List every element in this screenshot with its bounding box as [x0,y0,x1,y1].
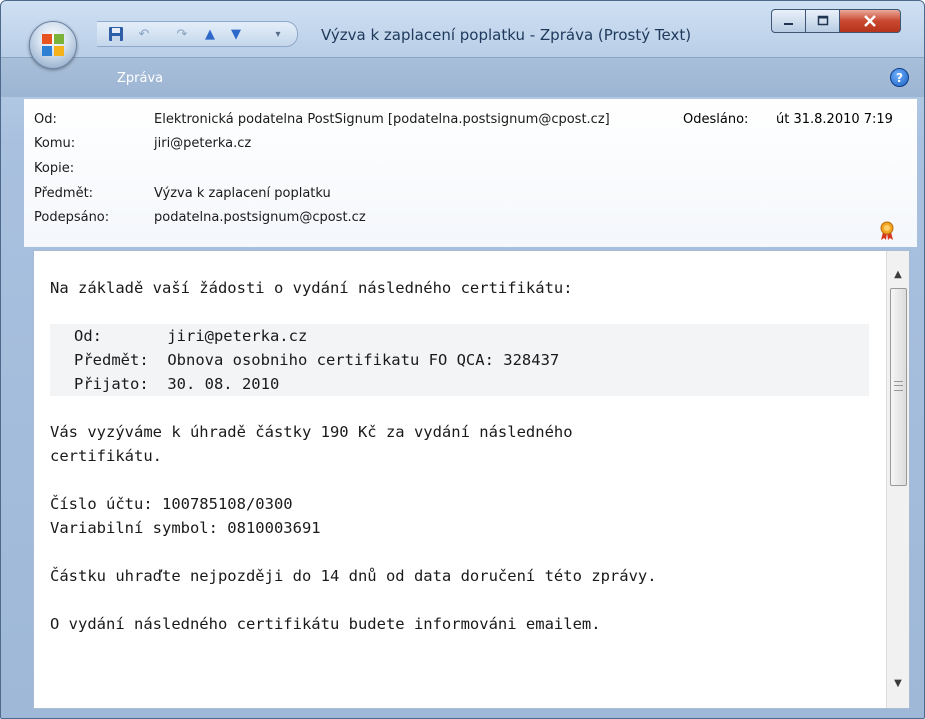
close-icon [864,15,876,27]
signature-certificate-icon[interactable] [879,221,895,241]
signed-value: podatelna.postsignum@cpost.cz [154,210,366,225]
previous-item-icon[interactable]: ▲ [201,25,219,43]
scroll-grip-icon [894,381,903,391]
variable-symbol: Variabilní symbol: 0810003691 [50,519,321,537]
to-label: Komu: [34,136,76,151]
deadline-line: Částku uhraďte nejpozději do 14 dnů od d… [50,567,657,585]
undo-icon[interactable]: ↶ [135,25,153,43]
to-row: Komu: jiri@peterka.cz [34,136,251,151]
signed-label: Podepsáno: [34,210,110,225]
account-number: Číslo účtu: 100785108/0300 [50,495,293,513]
intro-line: Na základě vaší žádosti o vydání následn… [50,279,573,297]
message-header: Od: Elektronická podatelna PostSignum [p… [24,99,917,247]
from-value[interactable]: Elektronická podatelna PostSignum [podat… [154,112,610,127]
from-row: Od: Elektronická podatelna PostSignum [p… [34,112,610,127]
help-icon[interactable]: ? [890,68,909,87]
save-icon[interactable] [107,25,125,43]
close-button[interactable] [839,9,901,33]
from-label: Od: [34,112,57,127]
quote-received: Přijato: 30. 08. 2010 [74,375,280,393]
quick-access-toolbar: ↶ ↷ ▲ ▼ ▾ [97,21,298,47]
maximize-button[interactable] [805,9,840,33]
cc-row: Kopie: [34,161,74,176]
next-item-icon[interactable]: ▼ [227,25,245,43]
sent-value: út 31.8.2010 7:19 [776,112,893,127]
quote-subject: Předmět: Obnova osobniho certifikatu FO … [74,351,560,369]
minimize-button[interactable] [771,9,806,33]
ribbon-tab-strip: Zpráva ? [1,57,924,97]
office-button[interactable] [29,21,77,69]
payment-request-line-2: certifikátu. [50,447,162,465]
redo-icon[interactable]: ↷ [173,25,191,43]
quote-from: Od: jiri@peterka.cz [74,327,308,345]
notice-line: O vydání následného certifikátu budete i… [50,615,601,633]
signed-row: Podepsáno: podatelna.postsignum@cpost.cz [34,210,366,225]
subject-value: Výzva k zaplacení poplatku [154,186,331,201]
vertical-scrollbar[interactable]: ▲ ▼ [886,251,909,708]
scroll-thumb[interactable] [890,288,907,486]
window-title: Výzva k zaplacení poplatku - Zpráva (Pro… [321,26,692,44]
maximize-icon [817,15,828,26]
subject-row: Předmět: Výzva k zaplacení poplatku [34,186,331,201]
cc-label: Kopie: [34,161,75,176]
message-window: ↶ ↷ ▲ ▼ ▾ Výzva k zaplacení poplatku - Z… [0,0,925,719]
scroll-up-arrow-icon[interactable]: ▲ [890,266,906,282]
scroll-down-arrow-icon[interactable]: ▼ [890,675,906,691]
sent-label: Odesláno: [683,112,749,127]
customize-toolbar-icon[interactable]: ▾ [269,25,287,43]
subject-label: Předmět: [34,186,94,201]
title-bar: ↶ ↷ ▲ ▼ ▾ Výzva k zaplacení poplatku - Z… [1,1,924,69]
message-body[interactable]: Na základě vaší žádosti o vydání následn… [33,250,910,709]
to-value[interactable]: jiri@peterka.cz [154,136,251,151]
office-logo-icon [42,34,64,56]
original-request-block: Od: jiri@peterka.cz Předmět: Obnova osob… [50,324,869,396]
message-text: Na základě vaší žádosti o vydání následn… [50,276,870,636]
tab-message[interactable]: Zpráva [117,71,163,86]
minimize-icon [783,23,793,25]
payment-request-line-1: Vás vyzýváme k úhradě částky 190 Kč za v… [50,423,573,441]
